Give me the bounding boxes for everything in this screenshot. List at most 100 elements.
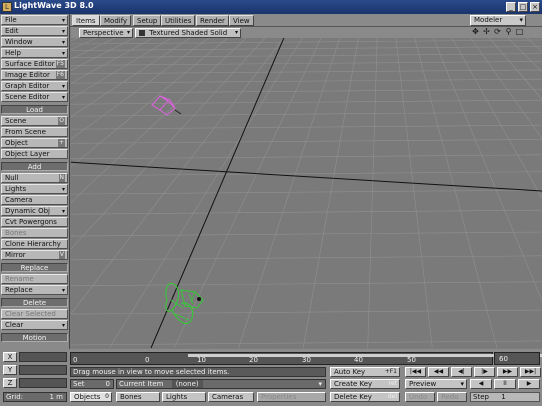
current-item-value: (none) xyxy=(171,380,203,388)
chevron-down-icon: ▾ xyxy=(234,29,238,36)
chevron-down-icon: ▾ xyxy=(61,287,65,294)
replace-button[interactable]: Replace ▾ xyxy=(1,285,68,295)
x-value-field[interactable] xyxy=(19,352,67,362)
last-frame-button[interactable]: ▶▶| xyxy=(520,367,541,377)
close-button[interactable]: × xyxy=(530,2,540,12)
help-button[interactable]: Help ▾ xyxy=(1,48,68,58)
x-axis-button[interactable]: X xyxy=(3,352,17,362)
auto-key-label: Auto Key xyxy=(334,368,366,376)
viewport-canvas[interactable] xyxy=(71,38,542,348)
previous-frame-button[interactable]: ◀| xyxy=(451,367,472,377)
file-button[interactable]: File ▾ xyxy=(1,15,68,25)
next-key-button[interactable]: ▶▶ xyxy=(497,367,518,377)
end-frame-field[interactable]: 60 xyxy=(494,352,540,365)
objects-mode-button[interactable]: Objects 0 xyxy=(70,392,112,402)
redo-button[interactable]: Redo xyxy=(437,392,467,402)
maximize-button[interactable]: □ xyxy=(518,2,528,12)
current-item-label: Current Item xyxy=(119,380,164,388)
window-button[interactable]: Window ▾ xyxy=(1,37,68,47)
play-button[interactable]: ▶ xyxy=(518,379,540,389)
create-key-button[interactable]: Create Key ret xyxy=(330,379,400,389)
tab-modify[interactable]: Modify xyxy=(100,15,132,26)
move-view-alt-icon[interactable]: ✢ xyxy=(482,28,491,37)
lights-mode-button[interactable]: Lights xyxy=(162,392,206,402)
load-section-header: Load xyxy=(1,105,68,114)
move-view-icon[interactable]: ✥ xyxy=(471,28,480,37)
current-frame-label: 0 xyxy=(73,356,78,364)
shortcut-key: N xyxy=(58,174,65,182)
step-label: Step xyxy=(473,393,489,401)
undo-button[interactable]: Undo xyxy=(405,392,435,402)
lights-label: Lights xyxy=(5,185,27,193)
clear-selected-button[interactable]: Clear Selected xyxy=(1,309,68,319)
chevron-down-icon: ▾ xyxy=(519,16,523,24)
z-axis-button[interactable]: Z xyxy=(3,378,17,388)
tab-view[interactable]: View xyxy=(229,15,254,26)
tab-setup[interactable]: Setup xyxy=(133,15,162,26)
shading-mode-dropdown[interactable]: Textured Shaded Solid ▾ xyxy=(135,28,241,38)
step-value: 1 xyxy=(501,393,506,401)
clear-button[interactable]: Clear ▾ xyxy=(1,320,68,330)
camera-label: Camera xyxy=(5,196,33,204)
scene-editor-button[interactable]: Scene Editor ▾ xyxy=(1,92,68,102)
chevron-down-icon: ▾ xyxy=(61,94,65,101)
bones-mode-button[interactable]: Bones xyxy=(116,392,160,402)
first-frame-button[interactable]: |◀◀ xyxy=(405,367,426,377)
object-layer-button[interactable]: Object Layer xyxy=(1,149,68,159)
from-scene-button[interactable]: From Scene xyxy=(1,127,68,137)
selected-object-wireframe[interactable] xyxy=(151,95,182,116)
tab-utilities[interactable]: Utilities xyxy=(161,15,196,26)
mirror-button[interactable]: Mirror V xyxy=(1,250,68,260)
surface-editor-button[interactable]: Surface Editor F5 xyxy=(1,59,68,69)
view-mode-dropdown[interactable]: Perspective ▾ xyxy=(79,28,133,38)
object-button[interactable]: Object + xyxy=(1,138,68,148)
y-value-field[interactable] xyxy=(19,365,67,375)
set-label: Set xyxy=(73,380,85,388)
set-field[interactable]: Set 0 xyxy=(70,379,114,389)
edit-button[interactable]: Edit ▾ xyxy=(1,26,68,36)
graph-editor-button[interactable]: Graph Editor ▾ xyxy=(1,81,68,91)
delete-key-button[interactable]: Delete Key del xyxy=(330,392,400,402)
previous-key-button[interactable]: ◀◀ xyxy=(428,367,449,377)
pause-button[interactable]: II xyxy=(494,379,516,389)
minimize-button[interactable]: _ xyxy=(506,2,516,12)
rename-button[interactable]: Rename xyxy=(1,274,68,284)
image-editor-button[interactable]: Image Editor F6 xyxy=(1,70,68,80)
delete-key-label: Delete Key xyxy=(334,393,372,401)
scene-button[interactable]: Scene O xyxy=(1,116,68,126)
timeline[interactable]: 0 10 20 30 40 50 0 xyxy=(70,352,542,365)
auto-key-button[interactable]: Auto Key +F1 xyxy=(330,367,400,377)
modeler-switch-button[interactable]: Modeler ▾ xyxy=(470,15,526,26)
null-label: Null xyxy=(5,174,19,182)
perspective-viewport[interactable] xyxy=(71,38,542,348)
maximize-view-icon[interactable]: □ xyxy=(515,28,524,37)
timeline-tick: 0 xyxy=(145,356,150,364)
bones-button[interactable]: Bones xyxy=(1,228,68,238)
camera-button[interactable]: Camera xyxy=(1,195,68,205)
dynamic-obj-button[interactable]: Dynamic Obj ▾ xyxy=(1,206,68,216)
cvt-powergons-button[interactable]: Cvt Powergons xyxy=(1,217,68,227)
play-reverse-button[interactable]: ◀ xyxy=(470,379,492,389)
scene-object-wireframe[interactable] xyxy=(165,282,204,325)
rotate-view-icon[interactable]: ⟳ xyxy=(493,28,502,37)
y-axis-button[interactable]: Y xyxy=(3,365,17,375)
tab-items[interactable]: Items xyxy=(72,15,100,26)
next-frame-button[interactable]: |▶ xyxy=(474,367,495,377)
null-button[interactable]: Null N xyxy=(1,173,68,183)
chevron-down-icon: ▾ xyxy=(61,17,65,24)
step-field[interactable]: Step 1 xyxy=(470,392,540,402)
grid-value: 1 m xyxy=(49,393,64,401)
preview-dropdown[interactable]: Preview ▾ xyxy=(405,379,467,389)
properties-button[interactable]: Properties xyxy=(257,392,326,402)
tab-render[interactable]: Render xyxy=(196,15,229,26)
rename-label: Rename xyxy=(5,275,34,283)
cameras-mode-button[interactable]: Cameras xyxy=(208,392,254,402)
current-item-field[interactable]: Current Item (none) ▾ xyxy=(116,379,326,389)
view-mode-label: Perspective xyxy=(83,29,124,37)
z-value-field[interactable] xyxy=(19,378,67,388)
zoom-view-icon[interactable]: ⚲ xyxy=(504,28,513,37)
clone-hierarchy-button[interactable]: Clone Hierarchy xyxy=(1,239,68,249)
timeline-slider[interactable] xyxy=(188,354,542,357)
lights-button[interactable]: Lights ▾ xyxy=(1,184,68,194)
create-key-label: Create Key xyxy=(334,380,373,388)
